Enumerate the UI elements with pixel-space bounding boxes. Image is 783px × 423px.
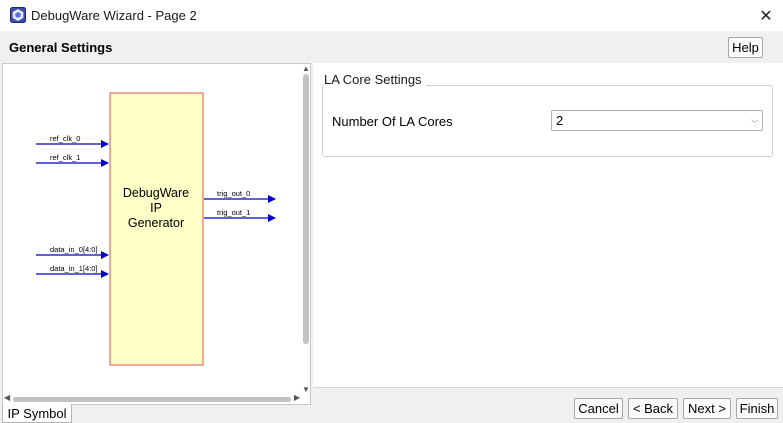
ip-block-label-line-1: DebugWare <box>123 186 189 200</box>
tab-ip-symbol[interactable]: IP Symbol <box>2 404 72 423</box>
input-signal-label: data_in_0[4:0] <box>50 245 98 254</box>
chevron-down-icon: ⌵ <box>751 115 758 125</box>
select-value: 2 <box>556 113 564 128</box>
output-signal-label: trig_out_1 <box>217 208 250 217</box>
footer-divider <box>313 387 783 388</box>
vertical-scrollbar[interactable]: ▲ ▼ <box>301 64 311 394</box>
close-button[interactable]: ✕ <box>749 0 783 31</box>
back-button[interactable]: < Back <box>628 398 678 419</box>
debugware-app-icon <box>10 7 26 23</box>
scroll-left-icon[interactable]: ◀ <box>4 393 10 402</box>
group-label: LA Core Settings <box>324 72 426 87</box>
finish-button[interactable]: Finish <box>736 398 778 419</box>
ip-block-label-line-3: Generator <box>128 216 184 230</box>
input-signal-label: data_in_1[4:0] <box>50 264 98 273</box>
input-signal-label: ref_clk_0 <box>50 134 80 143</box>
vertical-scroll-thumb[interactable] <box>303 74 309 344</box>
settings-panel: LA Core Settings Number Of LA Cores 2 ⌵ <box>313 63 783 387</box>
ip-symbol-panel: DebugWare IP Generator ref_clk_0 ref_clk… <box>2 63 311 405</box>
window-title: DebugWare Wizard - Page 2 <box>31 8 197 23</box>
cancel-button[interactable]: Cancel <box>574 398 623 419</box>
page-header: General Settings <box>0 31 783 63</box>
ip-symbol-diagram: DebugWare IP Generator ref_clk_0 ref_clk… <box>36 92 276 366</box>
ip-block-label-line-2: IP <box>150 201 162 215</box>
title-bar: DebugWare Wizard - Page 2 ✕ <box>0 0 783 31</box>
horizontal-scroll-thumb[interactable] <box>13 397 291 402</box>
input-signal-label: ref_clk_1 <box>50 153 80 162</box>
output-signal-label: trig_out_0 <box>217 189 250 198</box>
scroll-up-icon[interactable]: ▲ <box>302 64 310 73</box>
help-button[interactable]: Help <box>728 37 763 58</box>
scroll-right-icon[interactable]: ▶ <box>294 393 300 402</box>
close-icon: ✕ <box>759 7 773 25</box>
horizontal-scrollbar[interactable]: ◀ ▶ <box>3 393 301 404</box>
number-of-la-cores-select[interactable]: 2 ⌵ <box>551 110 763 131</box>
number-of-la-cores-label: Number Of LA Cores <box>332 114 453 129</box>
page-title: General Settings <box>9 40 113 55</box>
scroll-down-icon[interactable]: ▼ <box>302 385 310 394</box>
next-button[interactable]: Next > <box>683 398 731 419</box>
